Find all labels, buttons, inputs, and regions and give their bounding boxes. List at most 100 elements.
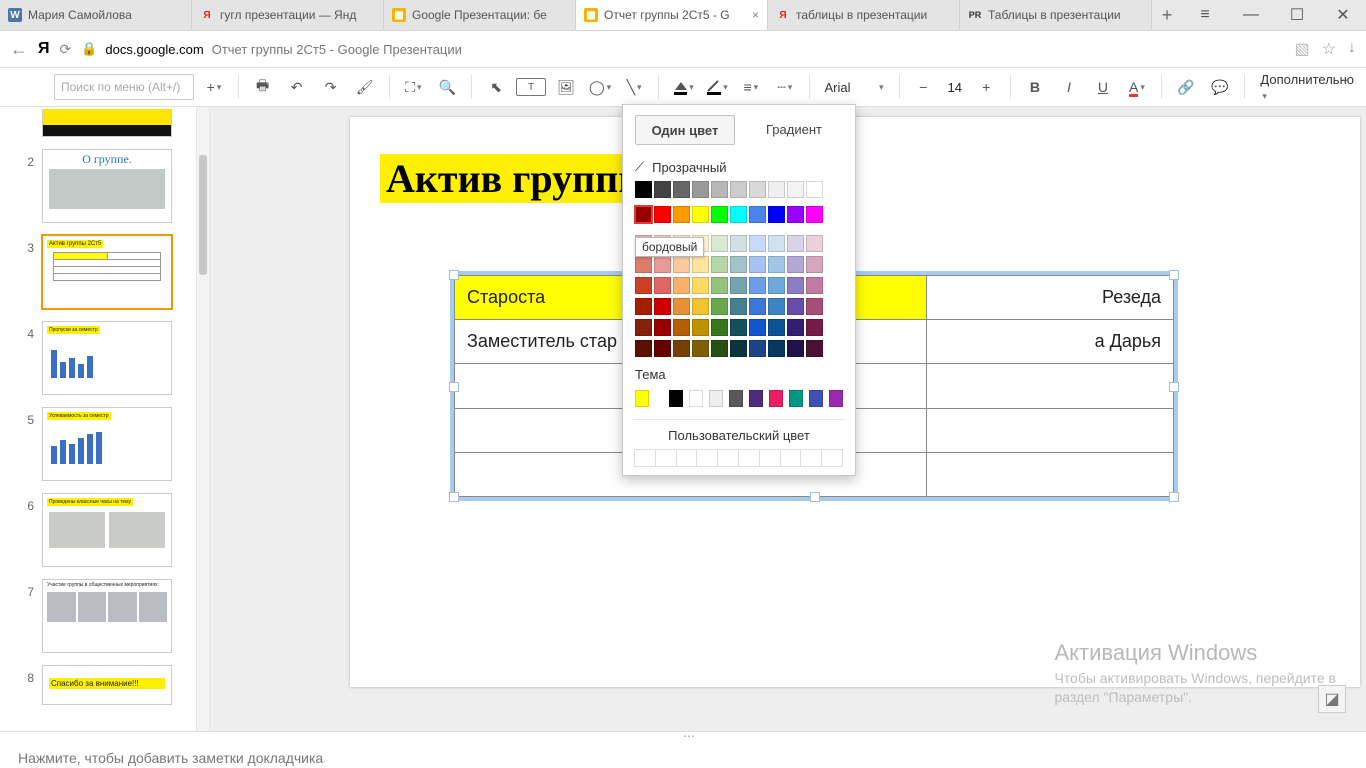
thumbnail-slide-7[interactable]: Участие группы в общественных мероприяти…	[42, 579, 172, 653]
picker-custom-label[interactable]: Пользовательский цвет	[623, 426, 855, 449]
tab-yandex-search[interactable]: Я гугл презентации — Янд	[192, 0, 384, 30]
color-swatch[interactable]	[635, 181, 652, 198]
redo-button[interactable]: ↷	[317, 74, 345, 100]
color-swatch[interactable]	[768, 235, 785, 252]
underline-button[interactable]: U	[1089, 74, 1117, 100]
color-swatch[interactable]	[711, 206, 728, 223]
browser-menu-icon[interactable]: ≡	[1182, 0, 1228, 30]
theme-color-swatch[interactable]	[829, 390, 843, 407]
zoom-button[interactable]: ⛶▾	[399, 74, 427, 100]
color-swatch[interactable]	[806, 277, 823, 294]
theme-color-swatch[interactable]	[669, 390, 683, 407]
color-swatch[interactable]	[787, 206, 804, 223]
color-swatch[interactable]	[768, 256, 785, 273]
color-swatch[interactable]	[806, 181, 823, 198]
collapse-toolbar-icon[interactable]: ˇ	[1343, 78, 1348, 96]
color-swatch[interactable]	[787, 256, 804, 273]
shield-icon[interactable]: ▧	[1295, 39, 1310, 59]
color-swatch[interactable]	[692, 181, 709, 198]
picker-transparent-option[interactable]: ⟋ Прозрачный	[623, 155, 855, 179]
slide-title-text[interactable]: Актив группы	[380, 155, 655, 202]
tab-vk[interactable]: W Мария Самойлова	[0, 0, 192, 30]
color-swatch[interactable]	[806, 235, 823, 252]
picker-tab-solid[interactable]: Один цвет	[635, 115, 735, 145]
color-swatch[interactable]	[768, 298, 785, 315]
color-swatch[interactable]	[654, 277, 671, 294]
font-size-input[interactable]: 14	[943, 80, 966, 95]
thumbnail-slide-1[interactable]	[42, 109, 172, 137]
shape-button[interactable]: ◯▾	[586, 74, 614, 100]
downloads-icon[interactable]: ↓	[1348, 39, 1356, 59]
color-swatch[interactable]	[711, 340, 728, 357]
window-close-icon[interactable]: ✕	[1320, 0, 1366, 30]
fill-color-button[interactable]: ▾	[669, 74, 697, 100]
color-swatch[interactable]	[654, 181, 671, 198]
thumbnail-slide-4[interactable]: Пропуски за семестр	[42, 321, 172, 395]
paint-format-button[interactable]: 🖌	[351, 74, 379, 100]
table-cell[interactable]	[927, 452, 1174, 496]
thumbnail-slide-3[interactable]: Актив группы 2Ст5	[42, 235, 172, 309]
print-button[interactable]: 🖶	[249, 74, 277, 100]
border-color-button[interactable]: ▾	[703, 74, 731, 100]
color-swatch[interactable]	[749, 298, 766, 315]
color-swatch[interactable]	[692, 277, 709, 294]
thumbnails-scrollbar[interactable]	[196, 107, 209, 731]
color-swatch[interactable]	[730, 206, 747, 223]
bookmark-icon[interactable]: ☆	[1322, 39, 1336, 59]
color-swatch[interactable]	[654, 340, 671, 357]
color-swatch[interactable]	[692, 298, 709, 315]
speaker-notes[interactable]: ⋯ Нажмите, чтобы добавить заметки доклад…	[0, 731, 1366, 768]
color-swatch[interactable]	[730, 256, 747, 273]
color-swatch[interactable]	[692, 206, 709, 223]
color-swatch[interactable]	[768, 206, 785, 223]
color-swatch[interactable]	[806, 319, 823, 336]
italic-button[interactable]: I	[1055, 74, 1083, 100]
zoom-tool-button[interactable]: 🔍	[433, 74, 461, 100]
text-color-button[interactable]: A ▾	[1123, 74, 1151, 100]
thumbnail-slide-8[interactable]: Спасибо за внимание!!!	[42, 665, 172, 705]
color-swatch[interactable]	[787, 319, 804, 336]
theme-color-swatch[interactable]	[635, 390, 649, 407]
color-swatch[interactable]	[749, 277, 766, 294]
color-swatch[interactable]	[692, 319, 709, 336]
drag-handle-icon[interactable]: ⋯	[683, 729, 703, 735]
color-swatch[interactable]	[730, 298, 747, 315]
comment-button[interactable]: 💬	[1206, 74, 1234, 100]
color-swatch[interactable]	[768, 340, 785, 357]
link-button[interactable]: 🔗	[1172, 74, 1200, 100]
textbox-button[interactable]: T	[516, 78, 546, 96]
color-swatch[interactable]	[673, 181, 690, 198]
color-swatch[interactable]	[730, 319, 747, 336]
color-swatch[interactable]	[749, 181, 766, 198]
color-swatch[interactable]	[730, 277, 747, 294]
theme-color-swatch[interactable]	[789, 390, 803, 407]
url-field[interactable]: 🔒 docs.google.com Отчет группы 2Ст5 - Go…	[81, 41, 1284, 57]
yandex-home-icon[interactable]: Я	[38, 40, 50, 58]
color-swatch[interactable]	[635, 206, 652, 223]
color-swatch[interactable]	[730, 340, 747, 357]
thumbnail-slide-6[interactable]: Проведены классные часы на тему	[42, 493, 172, 567]
color-swatch[interactable]	[787, 235, 804, 252]
color-swatch[interactable]	[692, 256, 709, 273]
font-size-decrease[interactable]: −	[909, 74, 937, 100]
color-swatch[interactable]	[711, 235, 728, 252]
theme-color-swatch[interactable]	[809, 390, 823, 407]
theme-color-swatch[interactable]	[769, 390, 783, 407]
tab-yandex-tables[interactable]: Я таблицы в презентации	[768, 0, 960, 30]
color-swatch[interactable]	[635, 319, 652, 336]
color-swatch[interactable]	[749, 319, 766, 336]
thumbnail-slide-5[interactable]: Успеваемость за семестр	[42, 407, 172, 481]
color-swatch[interactable]	[673, 340, 690, 357]
color-swatch[interactable]	[673, 277, 690, 294]
color-swatch[interactable]	[749, 340, 766, 357]
color-swatch[interactable]	[654, 206, 671, 223]
window-maximize-icon[interactable]: ☐	[1274, 0, 1320, 30]
table-cell[interactable]	[927, 408, 1174, 452]
table-cell[interactable]: Резеда	[927, 276, 1174, 320]
color-swatch[interactable]	[635, 298, 652, 315]
color-swatch[interactable]	[654, 298, 671, 315]
tab-current-doc[interactable]: ▦ Отчет группы 2Ст5 - G ×	[576, 0, 768, 30]
color-swatch[interactable]	[749, 206, 766, 223]
tab-slides-home[interactable]: ▦ Google Презентации: бе	[384, 0, 576, 30]
window-minimize-icon[interactable]: —	[1228, 0, 1274, 30]
